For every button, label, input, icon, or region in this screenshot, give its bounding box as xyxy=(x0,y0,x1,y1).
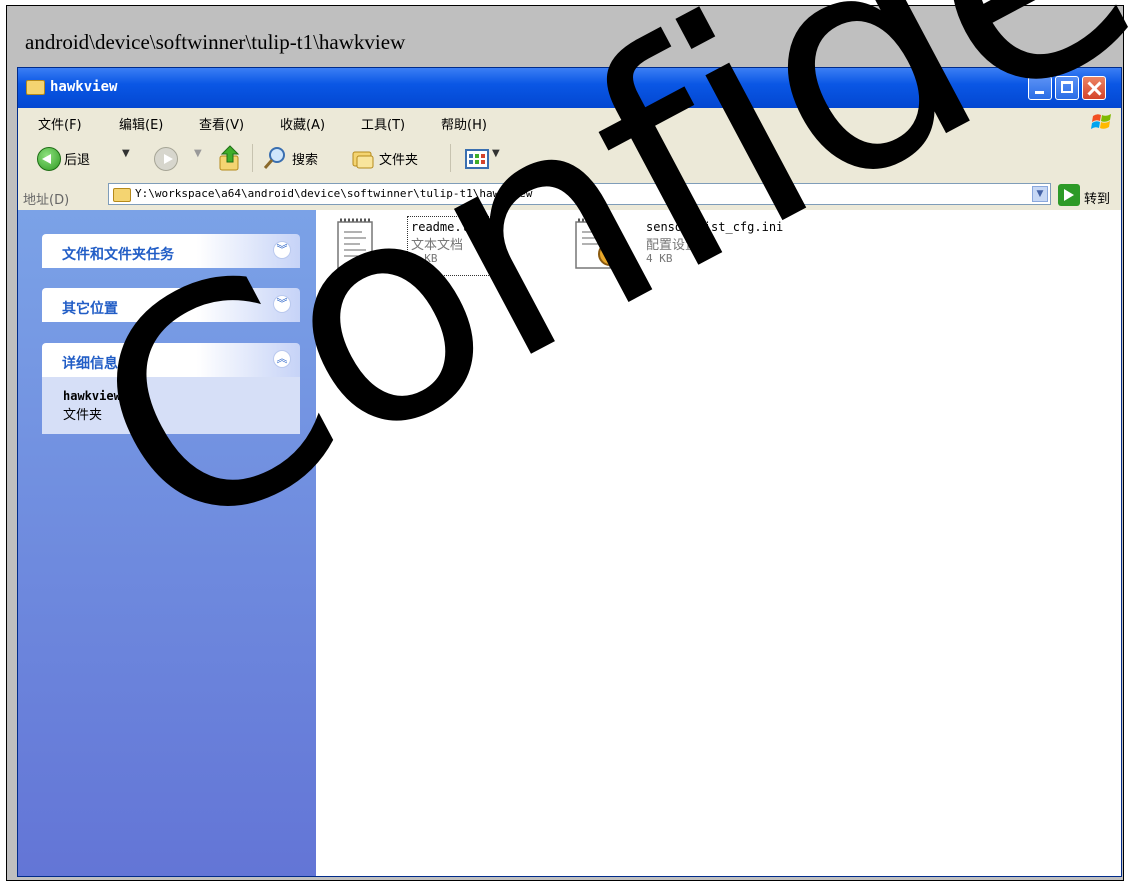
details-name: hawkview xyxy=(63,389,121,403)
path-caption: android\device\softwinner\tulip-t1\hawkv… xyxy=(25,30,406,54)
menu-file[interactable]: 文件(F) xyxy=(38,114,82,133)
menu-tools[interactable]: 工具(T) xyxy=(361,114,405,133)
back-label[interactable]: 后退 xyxy=(64,149,90,168)
file-size: 4 KB xyxy=(646,252,673,265)
explorer-window: hawkview 文件(F) 编辑(E) 查看(V) 收藏(A) 工具(T) 帮… xyxy=(17,67,1122,877)
address-input[interactable]: Y:\workspace\a64\android\device\softwinn… xyxy=(108,183,1051,205)
address-dropdown-button[interactable]: ▼ xyxy=(1032,186,1048,202)
title-bar[interactable]: hawkview xyxy=(18,68,1121,108)
chevron-up-icon[interactable]: ︽ xyxy=(273,350,291,368)
panel-title: 文件和文件夹任务 xyxy=(62,247,174,263)
address-label: 地址(D) xyxy=(23,193,70,208)
go-button-label[interactable]: 转到 xyxy=(1084,188,1110,207)
menu-view[interactable]: 查看(V) xyxy=(199,114,244,133)
task-pane: 文件和文件夹任务 ︾ 其它位置 ︾ 详细信息 ︽ hawkview 文件夹 xyxy=(18,210,316,876)
file-item[interactable]: readme.txt 文本文档 2 KB xyxy=(330,210,500,280)
chevron-down-icon[interactable]: ︾ xyxy=(273,295,291,313)
folders-label[interactable]: 文件夹 xyxy=(379,149,418,168)
panel-details[interactable]: 详细信息 ︽ xyxy=(42,343,300,377)
menu-favorites[interactable]: 收藏(A) xyxy=(280,114,325,133)
details-body: hawkview 文件夹 xyxy=(42,377,300,434)
panel-other-places[interactable]: 其它位置 ︾ xyxy=(42,288,300,322)
file-type: 文本文档 xyxy=(411,238,464,253)
folders-icon[interactable] xyxy=(351,144,375,172)
file-item[interactable]: sensor_list_cfg.ini 配置设置 4 KB xyxy=(570,210,830,280)
menu-bar: 文件(F) 编辑(E) 查看(V) 收藏(A) 工具(T) 帮助(H) xyxy=(18,108,1121,137)
window-title: hawkview xyxy=(50,79,118,95)
toolbar-separator xyxy=(252,144,253,172)
go-arrow-icon[interactable] xyxy=(1058,184,1080,206)
views-icon[interactable] xyxy=(464,144,490,172)
panel-title: 详细信息 xyxy=(62,356,118,372)
folder-icon xyxy=(113,188,131,202)
menu-help[interactable]: 帮助(H) xyxy=(441,114,487,133)
file-name: sensor_list_cfg.ini xyxy=(646,220,784,234)
address-path: Y:\workspace\a64\android\device\softwinn… xyxy=(135,187,533,200)
close-button[interactable] xyxy=(1082,76,1106,100)
search-icon[interactable] xyxy=(262,144,288,172)
details-type: 文件夹 xyxy=(63,408,103,423)
forward-arrow-icon[interactable] xyxy=(154,147,178,171)
folder-icon xyxy=(26,80,45,95)
back-dropdown-icon[interactable]: ▼ xyxy=(122,148,130,159)
text-document-icon xyxy=(337,218,373,269)
folder-up-icon[interactable] xyxy=(218,144,242,172)
forward-dropdown-icon[interactable]: ▼ xyxy=(194,148,202,159)
file-name: readme.txt xyxy=(411,220,484,234)
maximize-button[interactable] xyxy=(1055,76,1079,100)
minimize-button[interactable] xyxy=(1028,76,1052,100)
windows-flag-icon xyxy=(1091,114,1111,129)
search-label[interactable]: 搜索 xyxy=(292,149,318,168)
toolbar: 后退 ▼ ▼ 搜索 文件夹 ▼ xyxy=(18,136,1121,181)
views-dropdown-icon[interactable]: ▼ xyxy=(492,148,500,159)
panel-title: 其它位置 xyxy=(62,301,118,317)
menu-edit[interactable]: 编辑(E) xyxy=(119,114,163,133)
address-bar: 地址(D) Y:\workspace\a64\android\device\so… xyxy=(18,180,1121,211)
file-size: 2 KB xyxy=(411,252,438,265)
panel-file-folder-tasks[interactable]: 文件和文件夹任务 ︾ xyxy=(42,234,300,268)
back-arrow-icon[interactable] xyxy=(37,147,61,171)
config-settings-icon xyxy=(575,218,622,269)
file-type: 配置设置 xyxy=(646,238,699,253)
chevron-down-icon[interactable]: ︾ xyxy=(273,241,291,259)
file-list: readme.txt 文本文档 2 KB sensor_list_cfg.ini… xyxy=(316,210,1121,876)
toolbar-separator xyxy=(450,144,451,172)
